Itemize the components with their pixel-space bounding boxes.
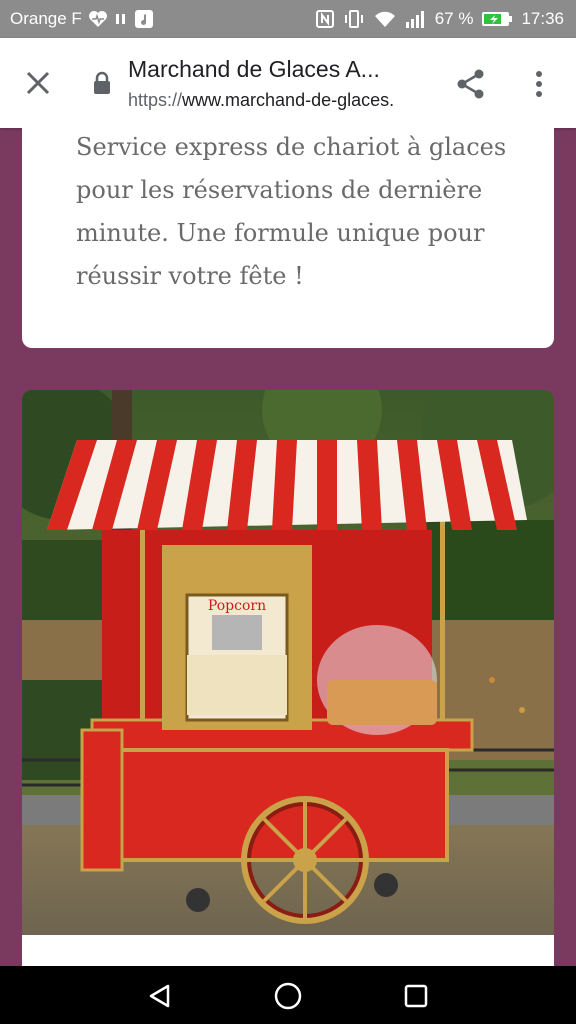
nfc-icon — [315, 9, 335, 29]
url-host: www.marchand-de-glaces. — [182, 90, 395, 110]
vibrate-icon — [343, 9, 365, 29]
popcorn-cart-image: Popcorn — [22, 390, 554, 935]
battery-percent: 67 % — [434, 9, 474, 28]
recents-button[interactable] — [394, 976, 438, 1016]
pause-icon — [114, 12, 128, 26]
cart-photo: Popcorn — [22, 390, 554, 935]
service-description: Service express de chariot à glaces pour… — [76, 133, 507, 290]
health-heart-icon — [88, 10, 108, 28]
share-icon — [457, 69, 484, 99]
carrier-name: Orange F — [10, 9, 82, 28]
lock-icon — [92, 71, 112, 95]
music-app-icon — [134, 9, 154, 29]
battery-charging-icon — [481, 10, 513, 28]
home-button[interactable] — [266, 976, 310, 1016]
recents-square-icon — [404, 984, 428, 1008]
popcorn-sign: Popcorn — [208, 598, 266, 614]
wifi-icon — [373, 9, 397, 29]
back-button[interactable] — [138, 976, 182, 1016]
back-triangle-icon — [149, 984, 170, 1008]
url-scheme: https:// — [128, 90, 183, 110]
clock-time: 17:36 — [521, 9, 564, 28]
more-options-button[interactable] — [522, 63, 556, 105]
signal-icon — [405, 9, 427, 29]
page-title: Marchand de Glaces A... — [128, 56, 380, 82]
description-card: Service express de chariot à glaces pour… — [22, 128, 554, 348]
browser-toolbar: Marchand de Glaces A... https://www.marc… — [0, 38, 576, 128]
status-bar: Orange F 67 % 17:36 — [0, 0, 576, 38]
page-url[interactable]: https://www.marchand-de-glaces. — [128, 90, 394, 111]
home-circle-icon — [274, 982, 302, 1010]
system-navigation-bar — [0, 966, 576, 1024]
more-vert-icon — [536, 71, 542, 97]
share-button[interactable] — [450, 63, 492, 105]
close-icon — [26, 71, 50, 95]
close-tab-button[interactable] — [18, 63, 58, 103]
